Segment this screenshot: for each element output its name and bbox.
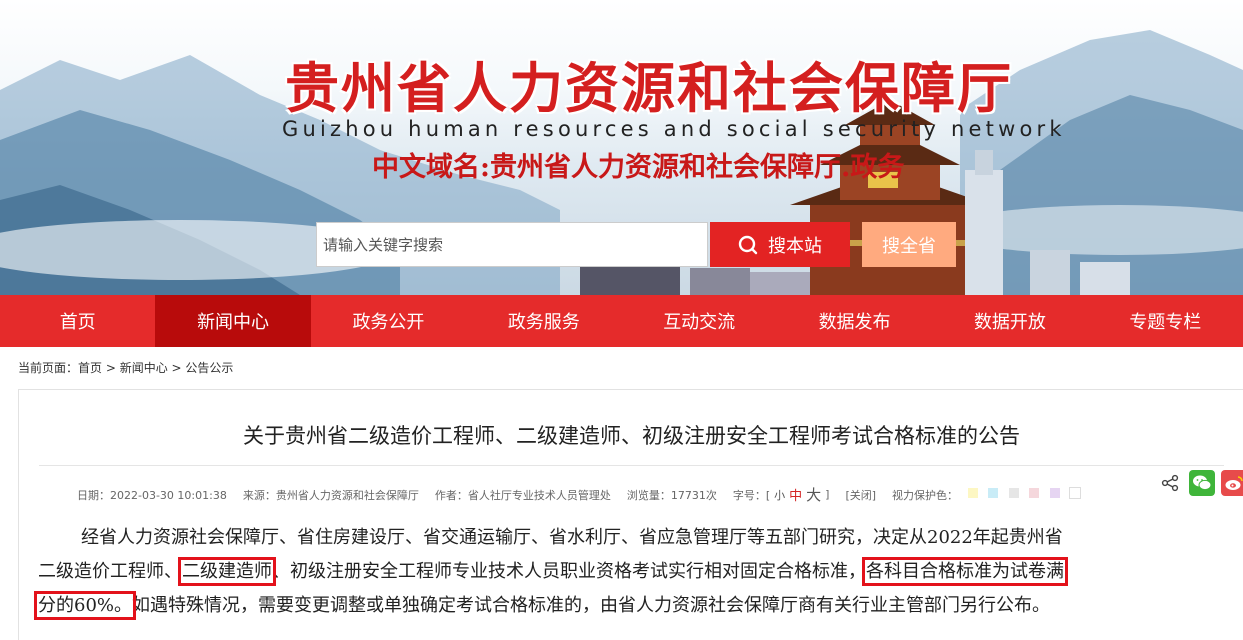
highlight-box-level2-builder: 二级建造师 [178,557,276,586]
site-subtitle: Guizhou human resources and social secur… [282,117,1066,141]
search-icon [738,235,758,254]
main-nav: 首页 新闻中心 政务公开 政务服务 互动交流 数据发布 数据开放 专题专栏 [0,295,1243,347]
meta-author: 作者：省人社厅专业技术人员管理处 [434,488,611,502]
nav-item-home[interactable]: 首页 [0,295,155,347]
breadcrumb-notices[interactable]: 公告公示 [185,361,233,375]
search-site-button[interactable]: 搜本站 [710,222,850,267]
color-swatch-yellow[interactable] [966,486,979,499]
eye-protect-group: 视力保护色： [892,486,1082,503]
search-site-label: 搜本站 [768,235,822,257]
close-link[interactable]: [关闭] [845,487,876,503]
article-body: 经省人力资源社会保障厅、省住房建设厅、省交通运输厅、省水利厅、省应急管理厅等五部… [33,521,1243,623]
article-panel: 关于贵州省二级造价工程师、二级建造师、初级注册安全工程师考试合格标准的公告 日期… [18,389,1243,640]
wechat-icon [1193,475,1212,491]
breadcrumb-news[interactable]: 新闻中心 [120,361,168,375]
site-domain-text: 中文域名:贵州省人力资源和社会保障厅.政务 [372,152,905,183]
nav-item-data-release[interactable]: 数据发布 [777,295,932,347]
breadcrumb-prefix: 当前页面： [18,361,79,375]
share-button[interactable] [1157,470,1183,496]
highlight-box-standard: 各科目合格标准为试卷满 [862,557,1068,586]
body-text-segment: 二级造价工程师、 [38,561,182,582]
meta-date: 日期：2022-03-30 10:01:38 [77,488,227,502]
eye-protect-label: 视力保护色： [892,488,959,502]
search-input[interactable] [316,222,708,267]
nav-item-topics[interactable]: 专题专栏 [1088,295,1243,347]
font-size-control: 字号：[ 小 中 大 ] [733,484,830,505]
title-divider [39,465,1224,466]
article-title: 关于贵州省二级造价工程师、二级建造师、初级注册安全工程师考试合格标准的公告 [243,424,1020,448]
body-line-1: 经省人力资源社会保障厅、省住房建设厅、省交通运输厅、省水利厅、省应急管理厅等五部… [81,527,1063,548]
wechat-share-button[interactable] [1189,470,1215,496]
highlight-box-percent: 分的60%。 [33,591,137,620]
font-size-end: ] [825,488,830,501]
color-swatch-white[interactable] [1069,486,1082,499]
color-swatch-pink[interactable] [1028,486,1041,499]
body-line-2: 二级造价工程师、二级建造师、初级注册安全工程师专业技术人员职业资格考试实行相对固… [38,555,1243,589]
meta-source: 来源：贵州省人力资源和社会保障厅 [242,488,419,502]
color-swatch-purple[interactable] [1048,486,1061,499]
breadcrumb-home[interactable]: 首页 [78,361,102,375]
breadcrumb: 当前页面：首页 > 新闻中心 > 公告公示 [18,359,233,376]
body-line-3: 分的60%。如遇特殊情况，需要变更调整或单独确定考试合格标准的，由省人力资源社会… [33,589,1243,623]
nav-item-interaction[interactable]: 互动交流 [622,295,777,347]
nav-item-gov-services[interactable]: 政务服务 [466,295,621,347]
color-swatch-blue[interactable] [987,486,1000,499]
font-mid-button[interactable]: 中 [789,485,802,504]
font-small-button[interactable]: 小 [774,487,785,503]
body-text-segment: 、初级注册安全工程师专业技术人员职业资格考试实行相对固定合格标准， [272,561,866,582]
font-size-label: 字号：[ [732,488,771,502]
breadcrumb-sep: > [167,361,186,375]
search-province-label: 搜全省 [882,235,936,257]
share-icon [1161,474,1179,492]
nav-item-open-data[interactable]: 数据开放 [932,295,1087,347]
breadcrumb-sep: > [102,361,120,375]
body-text-segment: 如遇特殊情况，需要变更调整或单独确定考试合格标准的，由省人力资源社会保障厅商有关… [132,595,1051,616]
color-swatch-gray[interactable] [1007,486,1020,499]
search-province-button[interactable]: 搜全省 [862,222,956,267]
article-meta: 日期：2022-03-30 10:01:38 来源：贵州省人力资源和社会保障厅 … [77,484,1082,505]
site-title: 贵州省人力资源和社会保障厅 [285,57,1013,120]
nav-item-news[interactable]: 新闻中心 [155,295,311,347]
nav-item-gov-affairs[interactable]: 政务公开 [311,295,466,347]
share-group [1157,470,1243,496]
weibo-share-button[interactable] [1221,470,1243,496]
meta-views: 浏览量：17731次 [626,488,717,502]
font-big-button[interactable]: 大 [806,484,821,505]
weibo-icon [1225,476,1243,490]
header-banner: 贵州省人力资源和社会保障厅 Guizhou human resources an… [0,0,1243,295]
